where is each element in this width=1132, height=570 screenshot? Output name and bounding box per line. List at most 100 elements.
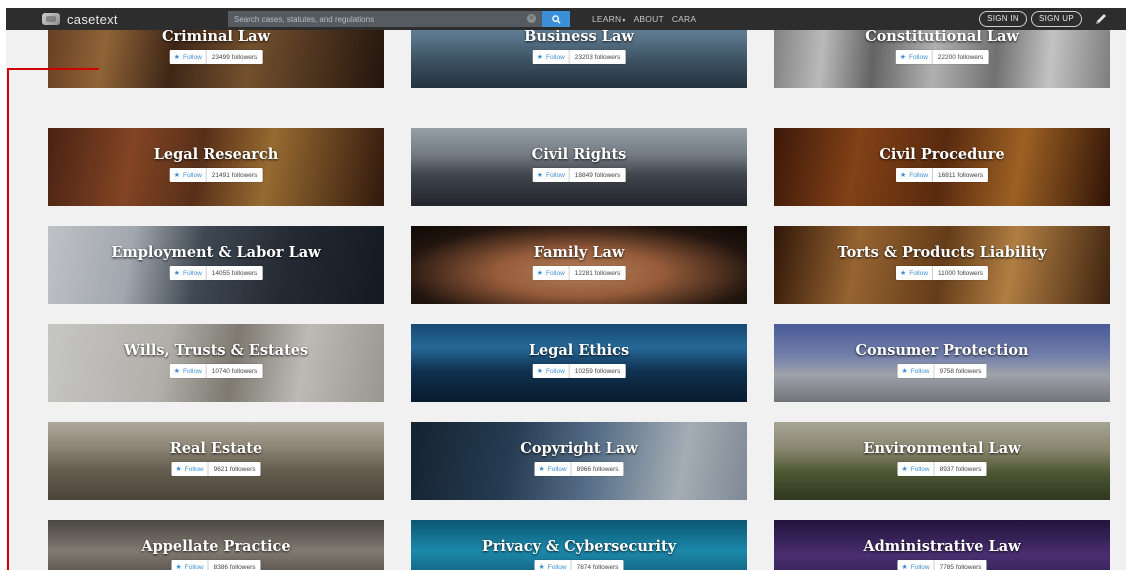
star-icon: ★ <box>901 564 908 570</box>
pencil-icon[interactable] <box>1094 12 1108 26</box>
follow-button[interactable]: ★ Follow <box>172 560 209 570</box>
search-icon <box>551 14 561 24</box>
followers-count: 12281 followers <box>574 269 621 277</box>
followers-count: 11000 followers <box>938 269 984 277</box>
topic-title[interactable]: Copyright Law <box>411 440 747 457</box>
follow-button[interactable]: ★ Follow <box>896 266 934 280</box>
follow-button[interactable]: ★ Follow <box>533 364 570 378</box>
follow-label: Follow <box>910 367 930 375</box>
page-frame: casetext ✕ LEARN▾ ABOUT CARA SIGN IN SIG… <box>6 8 1126 570</box>
followers-count: 14055 followers <box>211 269 258 277</box>
topic-card[interactable]: Real Estate ★ Follow 9621 followers <box>48 422 384 500</box>
nav-link-about[interactable]: ABOUT <box>634 14 664 24</box>
follow-button[interactable]: ★ Follow <box>170 364 207 378</box>
search-button[interactable] <box>542 11 570 27</box>
follow-button[interactable]: ★ Follow <box>533 266 570 280</box>
star-icon: ★ <box>175 564 182 570</box>
sign-up-button[interactable]: SIGN UP <box>1031 11 1082 27</box>
follow-label: Follow <box>545 269 565 277</box>
follow-widget: ★ Follow 7874 followers <box>534 560 624 570</box>
star-icon: ★ <box>538 466 545 473</box>
follow-widget: ★ Follow 10259 followers <box>532 364 626 378</box>
follow-widget: ★ Follow 12281 followers <box>532 266 626 280</box>
star-icon: ★ <box>536 54 543 61</box>
topic-title[interactable]: Appellate Practice <box>48 538 384 555</box>
topic-title[interactable]: Administrative Law <box>774 538 1110 555</box>
nav-link-cara[interactable]: CARA <box>672 14 696 24</box>
follow-button[interactable]: ★ Follow <box>170 266 207 280</box>
topic-title[interactable]: Real Estate <box>48 440 384 457</box>
topic-card-image <box>411 226 747 304</box>
topic-title[interactable]: Business Law <box>411 28 747 45</box>
chevron-down-icon: ▾ <box>622 18 626 24</box>
nav-link-learn[interactable]: LEARN▾ <box>592 14 626 24</box>
topic-card-image <box>48 128 384 206</box>
topic-card[interactable]: Civil Procedure ★ Follow 16811 followers <box>774 128 1110 206</box>
casetext-logo-icon <box>42 13 60 25</box>
follow-label: Follow <box>910 563 930 570</box>
followers-count: 21491 followers <box>211 171 258 179</box>
topic-card[interactable]: Legal Research ★ Follow 21491 followers <box>48 128 384 206</box>
follow-label: Follow <box>545 53 565 61</box>
follow-button[interactable]: ★ Follow <box>170 50 207 64</box>
topic-title[interactable]: Civil Rights <box>411 146 747 163</box>
follow-label: Follow <box>182 269 202 277</box>
follow-label: Follow <box>547 465 567 473</box>
follow-widget: ★ Follow 23499 followers <box>169 50 263 64</box>
sign-in-button[interactable]: SIGN IN <box>979 11 1027 27</box>
nav-links: LEARN▾ ABOUT CARA <box>592 8 696 30</box>
topic-card-image <box>48 226 384 304</box>
follow-widget: ★ Follow 18849 followers <box>532 168 626 182</box>
auth-buttons: SIGN IN SIGN UP <box>979 11 1108 27</box>
followers-count: 9621 followers <box>213 465 256 473</box>
topic-card[interactable]: Wills, Trusts & Estates ★ Follow 10740 foll… <box>48 324 384 402</box>
topic-card[interactable]: Torts & Products Liability ★ Follow 11000 f… <box>774 226 1110 304</box>
topic-card[interactable]: Copyright Law ★ Follow 8966 followers <box>411 422 747 500</box>
topic-card[interactable]: Employment & Labor Law ★ Follow 14055 follo… <box>48 226 384 304</box>
topic-title[interactable]: Civil Procedure <box>774 146 1110 163</box>
followers-count: 7874 followers <box>576 563 619 570</box>
topic-title[interactable]: Wills, Trusts & Estates <box>48 342 384 359</box>
topic-title[interactable]: Legal Research <box>48 146 384 163</box>
topic-title[interactable]: Legal Ethics <box>411 342 747 359</box>
topic-card[interactable]: Administrative Law ★ Follow 7785 followers <box>774 520 1110 570</box>
follow-label: Follow <box>908 53 928 61</box>
follow-button[interactable]: ★ Follow <box>896 50 933 64</box>
topic-title[interactable]: Family Law <box>411 244 747 261</box>
topic-title[interactable]: Criminal Law <box>48 28 384 45</box>
topic-title[interactable]: Constitutional Law <box>774 28 1110 45</box>
clear-search-icon[interactable]: ✕ <box>527 14 536 23</box>
topic-card[interactable]: Family Law ★ Follow 12281 followers <box>411 226 747 304</box>
topic-card[interactable]: Appellate Practice ★ Follow 8386 followers <box>48 520 384 570</box>
topic-title[interactable]: Privacy & Cybersecurity <box>411 538 747 555</box>
followers-count: 18849 followers <box>574 171 621 179</box>
follow-button[interactable]: ★ Follow <box>535 462 572 476</box>
follow-button[interactable]: ★ Follow <box>898 462 935 476</box>
follow-widget: ★ Follow 22200 followers <box>895 50 989 64</box>
star-icon: ★ <box>536 368 543 375</box>
topic-card[interactable]: Legal Ethics ★ Follow 10259 followers <box>411 324 747 402</box>
follow-button[interactable]: ★ Follow <box>535 560 572 570</box>
follow-button[interactable]: ★ Follow <box>172 462 209 476</box>
follow-button[interactable]: ★ Follow <box>533 50 570 64</box>
topic-card-image <box>48 422 384 500</box>
topic-card[interactable]: Environmental Law ★ Follow 8937 followers <box>774 422 1110 500</box>
topic-card-image <box>411 128 747 206</box>
search-input[interactable] <box>228 11 542 27</box>
follow-button[interactable]: ★ Follow <box>896 168 934 182</box>
follow-button[interactable]: ★ Follow <box>170 168 207 182</box>
topic-title[interactable]: Consumer Protection <box>774 342 1110 359</box>
follow-button[interactable]: ★ Follow <box>898 560 935 570</box>
topic-title[interactable]: Torts & Products Liability <box>774 244 1110 261</box>
topic-title[interactable]: Environmental Law <box>774 440 1110 457</box>
topic-title[interactable]: Employment & Labor Law <box>48 244 384 261</box>
follow-button[interactable]: ★ Follow <box>533 168 570 182</box>
topic-card[interactable]: Consumer Protection ★ Follow 9758 followers <box>774 324 1110 402</box>
topic-card[interactable]: Civil Rights ★ Follow 18849 followers <box>411 128 747 206</box>
follow-button[interactable]: ★ Follow <box>898 364 935 378</box>
topic-card[interactable]: Privacy & Cybersecurity ★ Follow 7874 follo… <box>411 520 747 570</box>
followers-count: 10740 followers <box>211 367 258 375</box>
brand-logo[interactable]: casetext <box>42 8 118 30</box>
follow-label: Follow <box>545 367 565 375</box>
follow-widget: ★ Follow 8966 followers <box>534 462 624 476</box>
